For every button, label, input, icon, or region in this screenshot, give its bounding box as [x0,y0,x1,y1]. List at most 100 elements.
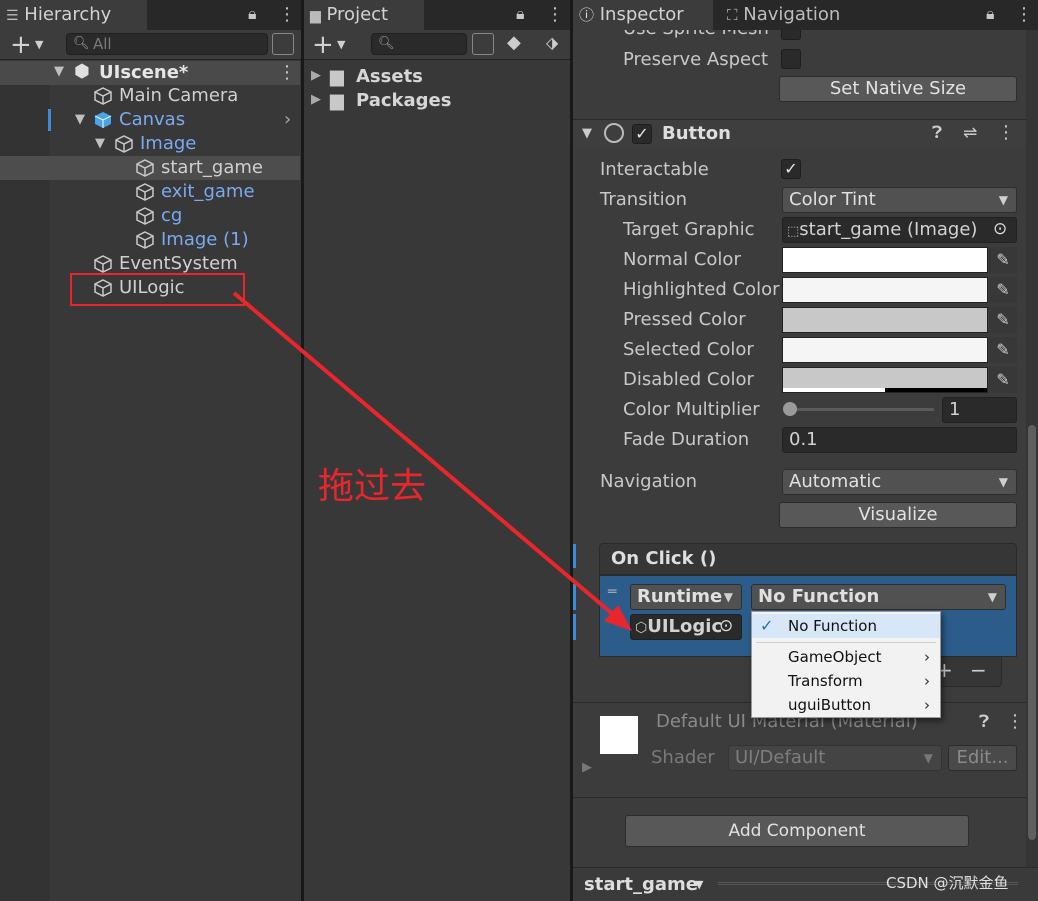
hierarchy-item-image[interactable]: ▼ Image [0,132,300,156]
expand-arrow-icon[interactable]: ▶ [582,760,592,775]
menu-item-uguibutton[interactable]: uguiButton › [752,693,940,717]
hierarchy-item-main-camera[interactable]: Main Camera [0,84,300,108]
transition-dropdown[interactable]: Color Tint ▼ [782,187,1017,213]
chevron-down-icon: ▼ [998,475,1008,489]
filter-type-icon[interactable]: ◆ [507,32,521,53]
add-dropdown-icon[interactable]: ▼ [35,38,43,51]
scene-row[interactable]: ▼ ⬢ UIscene* ⋮ [0,61,300,85]
expand-arrow-icon[interactable]: ▼ [75,108,85,132]
project-folder-packages[interactable]: ▶ ▆ Packages [304,90,570,114]
target-graphic-value: start_game (Image) [799,219,978,240]
scene-visibility-button[interactable] [272,33,294,55]
tab-hierarchy[interactable]: ☰ Hierarchy [0,0,147,30]
color-multiplier-slider-thumb[interactable] [783,402,797,416]
expand-arrow-icon[interactable]: ▶ [311,68,321,83]
set-native-size-button[interactable]: Set Native Size [779,76,1017,102]
component-menu-icon[interactable]: ⋮ [1006,711,1024,732]
item-label: start_game [161,157,263,178]
eyedropper-icon[interactable]: ✎ [989,277,1017,303]
add-object-icon[interactable]: + [10,30,32,60]
tab-project[interactable]: ▆ Project [304,0,424,30]
hierarchy-list-icon: ☰ [6,8,19,24]
eyedropper-icon[interactable]: ✎ [989,367,1017,393]
add-dropdown-icon[interactable]: ▼ [337,38,345,51]
filter-label-icon[interactable]: ⬗ [546,33,558,52]
preserve-aspect-label: Preserve Aspect [623,49,769,70]
fade-duration-label: Fade Duration [623,429,750,450]
help-icon[interactable]: ❓︎ [979,712,989,732]
search-icon: 🔍︎ [73,36,90,51]
hierarchy-item-cg[interactable]: cg [0,204,300,228]
shader-dropdown[interactable]: UI/Default ▼ [728,745,942,771]
object-picker-icon[interactable]: ⊙ [993,219,1007,239]
hierarchy-item-image-1[interactable]: Image (1) [0,228,300,252]
more-options-icon[interactable]: ⋮ [278,4,296,25]
project-folder-assets[interactable]: ▶ ▆ Assets [304,66,570,90]
visualize-button[interactable]: Visualize [779,502,1017,528]
edit-shader-button[interactable]: Edit... [948,745,1017,771]
color-multiplier-slider-track[interactable] [786,408,934,411]
highlighted-color-swatch[interactable] [782,277,988,303]
more-options-icon[interactable]: ⋮ [1015,4,1033,25]
target-graphic-field[interactable]: ⬚start_game (Image) [782,217,1017,243]
chevron-down-icon: ▼ [923,751,933,765]
lock-icon[interactable]: 🔒︎ [248,4,257,24]
hierarchy-item-exit-game[interactable]: exit_game [0,180,300,204]
add-asset-icon[interactable]: + [312,30,334,60]
remove-event-button[interactable]: − [970,658,987,682]
inspector-scroll-thumb[interactable] [1028,425,1036,840]
eyedropper-icon[interactable]: ✎ [989,307,1017,333]
eyedropper-icon[interactable]: ✎ [989,337,1017,363]
hierarchy-search-input[interactable]: 🔍︎ All [66,33,268,55]
lock-icon[interactable]: 🔒︎ [986,4,995,24]
selected-color-swatch[interactable] [782,337,988,363]
function-dropdown[interactable]: No Function ▼ [751,584,1006,610]
tab-navigation[interactable]: ⛶ Navigation [721,0,881,30]
expand-arrow-icon[interactable]: ▼ [54,64,64,79]
preserve-aspect-checkbox[interactable] [781,49,801,69]
menu-item-no-function[interactable]: ✓ No Function [752,614,940,638]
event-drag-marker [573,584,576,610]
drag-handle-icon[interactable]: ═ [608,584,616,600]
menu-item-gameobject[interactable]: GameObject › [752,645,940,669]
presets-icon[interactable]: ⇌ [963,123,977,143]
add-component-button[interactable]: Add Component [625,815,969,847]
chevron-down-icon: ▼ [723,590,733,604]
expand-arrow-icon[interactable]: ▶ [311,92,321,107]
help-icon[interactable]: ❓︎ [932,123,942,143]
runtime-dropdown[interactable]: Runtime ▼ [630,584,742,610]
expand-arrow-icon[interactable]: ▼ [95,132,105,156]
color-multiplier-input[interactable]: 1 [942,397,1017,423]
chevron-right-icon[interactable]: › [284,108,291,132]
navigation-dropdown[interactable]: Automatic ▼ [782,469,1017,495]
on-click-title: On Click () [611,548,717,569]
foldout-arrow-icon[interactable]: ▼ [582,126,592,141]
search-type-button[interactable] [472,33,494,55]
lock-icon[interactable]: 🔒︎ [516,4,525,24]
fade-duration-input[interactable]: 0.1 [782,427,1017,453]
hierarchy-item-start-game[interactable]: start_game [0,156,300,180]
menu-separator [756,642,936,643]
button-enabled-checkbox[interactable]: ✓ [632,124,652,144]
target-graphic-label: Target Graphic [623,219,755,240]
project-search-input[interactable]: 🔍︎ [371,33,467,55]
button-component-header[interactable]: ▼ ✓ Button ❓︎ ⇌ ⋮ [573,119,1026,149]
object-picker-icon[interactable]: ⊙ [719,616,733,636]
more-options-icon[interactable]: ⋮ [546,4,564,25]
normal-color-swatch[interactable] [782,247,988,273]
search-icon: 🔍︎ [378,36,395,51]
disabled-color-swatch[interactable] [782,367,988,393]
component-menu-icon[interactable]: ⋮ [997,122,1015,143]
canvas-cube-icon [94,112,112,128]
pressed-color-swatch[interactable] [782,307,988,333]
menu-item-transform[interactable]: Transform › [752,669,940,693]
folder-icon: ▆ [310,8,321,24]
navigation-icon: ⛶ [727,6,738,24]
interactable-checkbox[interactable]: ✓ [781,159,801,179]
use-sprite-mesh-checkbox[interactable] [781,30,801,40]
scene-menu-icon[interactable]: ⋮ [278,61,296,85]
eyedropper-icon[interactable]: ✎ [989,247,1017,273]
hierarchy-item-canvas[interactable]: ▼ Canvas › [0,108,300,132]
chevron-down-icon[interactable]: ▼ [695,878,703,891]
tab-inspector[interactable]: ⓘ Inspector [573,0,713,30]
